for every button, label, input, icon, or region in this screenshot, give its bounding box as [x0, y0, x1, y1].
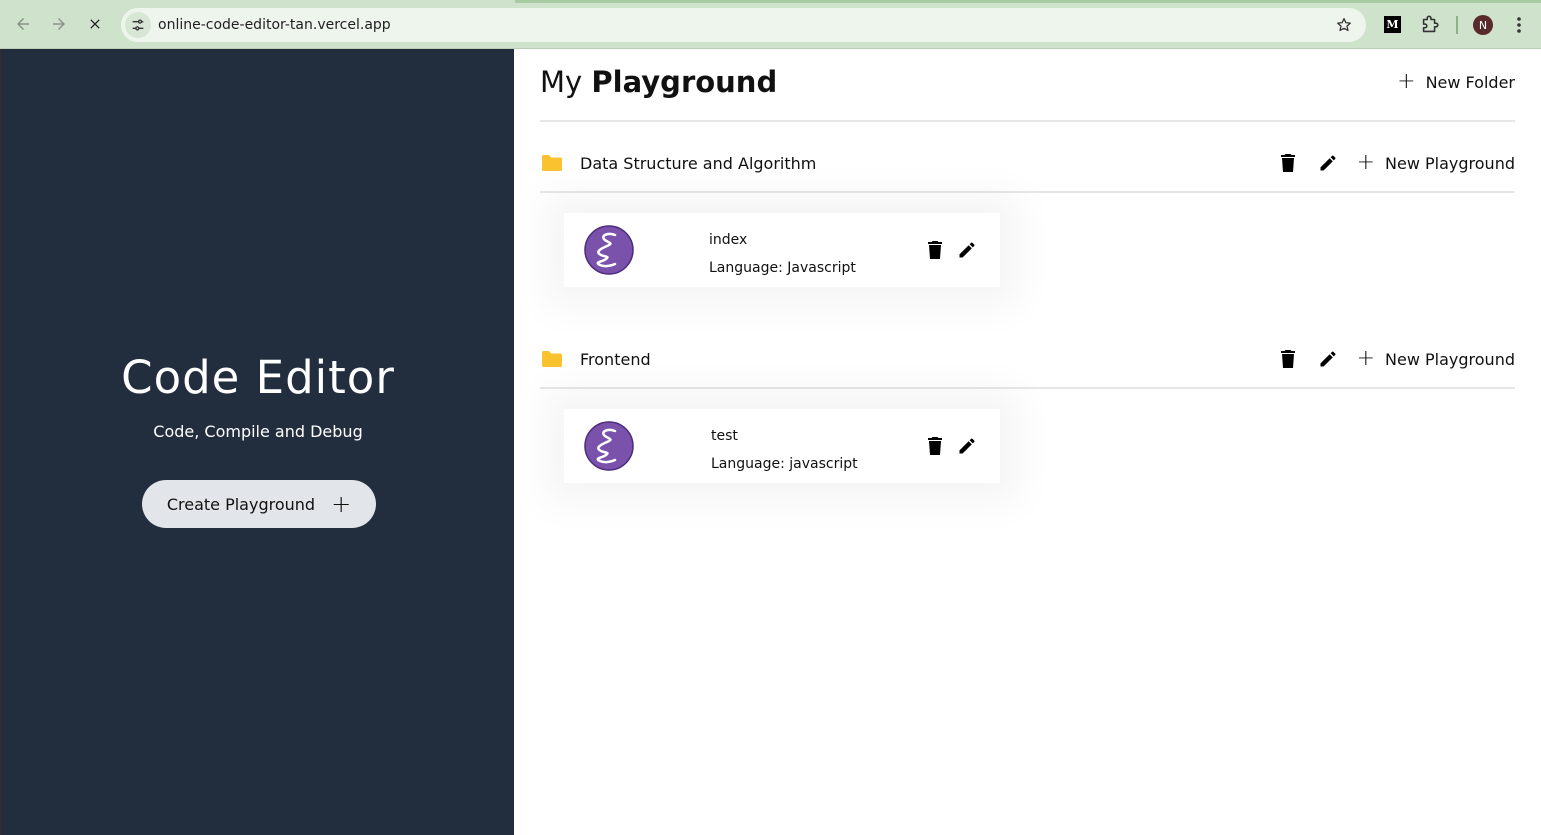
- playground-panel: My Playground + New Folder Data Structur…: [514, 49, 1541, 835]
- edit-folder-pencil-icon[interactable]: [1317, 152, 1339, 174]
- medium-extension-icon[interactable]: M: [1384, 16, 1401, 33]
- new-playground-label: New Playground: [1385, 349, 1515, 369]
- forward-arrow-icon[interactable]: [47, 12, 71, 36]
- back-arrow-icon[interactable]: [11, 12, 35, 36]
- folder-name: Frontend: [580, 349, 651, 369]
- playground-card[interactable]: index Language: Javascript: [564, 213, 1000, 287]
- playground-info: test Language: javascript: [711, 422, 858, 478]
- playground-info: index Language: Javascript: [709, 226, 856, 282]
- delete-folder-trash-icon[interactable]: [1277, 348, 1299, 370]
- delete-playground-trash-icon[interactable]: [924, 239, 946, 261]
- plus-icon: +: [331, 490, 352, 518]
- new-playground-button[interactable]: + New Playground: [1357, 348, 1515, 370]
- edit-playground-pencil-icon[interactable]: [956, 239, 978, 261]
- stop-loading-icon[interactable]: [83, 12, 107, 36]
- hero-title: Code Editor: [121, 351, 395, 404]
- page-title: My Playground: [540, 65, 777, 99]
- folder-icon: [541, 154, 563, 172]
- playground-card[interactable]: test Language: javascript: [564, 409, 1000, 483]
- emacs-logo-icon: [584, 225, 634, 275]
- edit-folder-pencil-icon[interactable]: [1317, 348, 1339, 370]
- folder-icon: [541, 350, 563, 368]
- address-bar[interactable]: online-code-editor-tan.vercel.app: [121, 8, 1366, 42]
- folder-divider: [540, 387, 1515, 389]
- hero-subtitle: Code, Compile and Debug: [153, 422, 363, 441]
- folder-divider: [540, 191, 1515, 193]
- emacs-logo-icon: [584, 421, 634, 471]
- extensions-puzzle-icon[interactable]: [1419, 14, 1441, 36]
- card-actions: [924, 435, 978, 457]
- card-actions: [924, 239, 978, 261]
- new-folder-label: New Folder: [1425, 72, 1515, 92]
- bookmark-star-icon[interactable]: [1334, 15, 1354, 35]
- new-folder-button[interactable]: + New Folder: [1397, 71, 1515, 93]
- folder-name: Data Structure and Algorithm: [580, 153, 817, 173]
- plus-icon: +: [1397, 69, 1416, 94]
- plus-icon: +: [1356, 150, 1376, 175]
- folder-header: Data Structure and Algorithm + New Playg…: [540, 145, 1515, 181]
- delete-playground-trash-icon[interactable]: [924, 435, 946, 457]
- profile-avatar[interactable]: N: [1473, 15, 1493, 35]
- browser-toolbar: online-code-editor-tan.vercel.app M N: [0, 0, 1541, 49]
- browser-menu-icon[interactable]: [1512, 14, 1526, 36]
- playground-language: Language: javascript: [711, 456, 858, 472]
- toolbar-separator: [1456, 16, 1458, 34]
- playground-name: index: [709, 232, 748, 248]
- create-playground-label: Create Playground: [166, 494, 316, 514]
- delete-folder-trash-icon[interactable]: [1277, 152, 1299, 174]
- page-title-bold: Playground: [591, 65, 778, 99]
- url-text[interactable]: online-code-editor-tan.vercel.app: [158, 17, 391, 33]
- create-playground-button[interactable]: Create Playground +: [142, 480, 376, 528]
- folder-actions: + New Playground: [1277, 145, 1515, 181]
- title-divider: [540, 120, 1515, 122]
- site-info-icon[interactable]: [125, 12, 151, 38]
- page-title-light: My: [540, 65, 583, 99]
- playground-language: Language: Javascript: [709, 260, 856, 276]
- folder-header: Frontend + New Playground: [540, 341, 1515, 377]
- new-playground-button[interactable]: + New Playground: [1357, 152, 1515, 174]
- new-playground-label: New Playground: [1385, 153, 1515, 173]
- edit-playground-pencil-icon[interactable]: [956, 435, 978, 457]
- hero-panel: Code Editor Code, Compile and Debug Crea…: [0, 49, 514, 835]
- playground-name: test: [711, 428, 738, 444]
- active-tab-edge: [515, 0, 1541, 3]
- folder-actions: + New Playground: [1277, 341, 1515, 377]
- plus-icon: +: [1356, 346, 1376, 371]
